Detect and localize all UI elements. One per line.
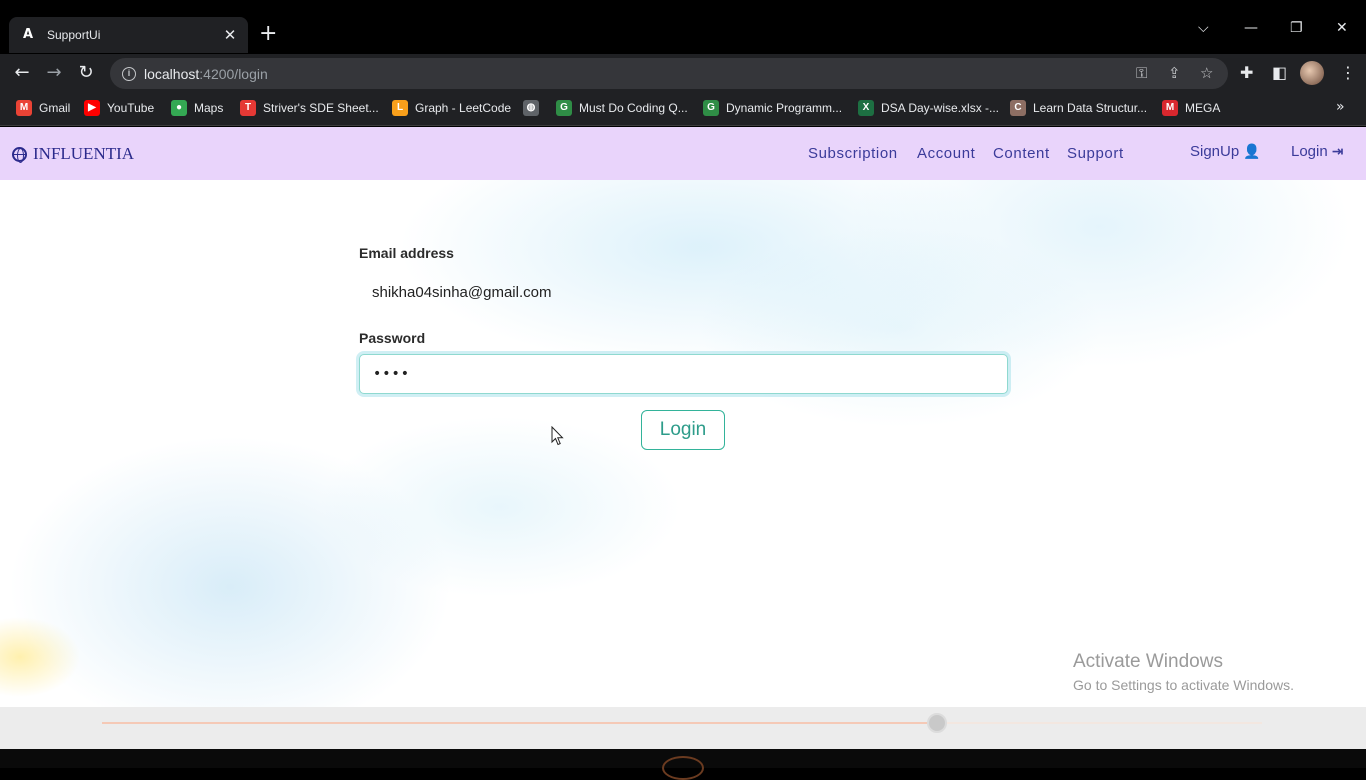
bookmark-label: Graph - LeetCode [415, 101, 512, 115]
bookmark-label: Dynamic Programm... [726, 101, 843, 115]
forward-icon[interactable]: → [43, 63, 65, 83]
tuf-icon: T [240, 100, 256, 116]
nav-link-subscription[interactable]: Subscription [808, 145, 898, 162]
key-icon[interactable]: ⚿ [1136, 64, 1147, 82]
angular-favicon-icon: A [23, 27, 34, 42]
watermark-title: Activate Windows [1073, 651, 1223, 672]
nav-link-account[interactable]: Account [917, 145, 975, 162]
more-bookmarks-icon[interactable]: » [1336, 99, 1345, 115]
bookmark-label: Gmail [39, 101, 71, 115]
bookmark-label: Learn Data Structur... [1033, 101, 1148, 115]
site-navbar: INFLUENTIA Subscription Account Content … [0, 127, 1366, 180]
close-window-icon[interactable]: ✕ [1336, 20, 1348, 36]
nav-link-content[interactable]: Content [993, 145, 1050, 162]
new-tab-icon[interactable]: + [259, 22, 277, 46]
bookmark-item[interactable]: C Learn Data Structur... [1010, 100, 1147, 116]
login-link[interactable]: Login ⇥ [1291, 143, 1343, 160]
seek-thumb[interactable] [927, 713, 948, 733]
bookmark-item[interactable]: T Striver's SDE Sheet... [240, 100, 379, 116]
address-bar[interactable]: i localhost:4200/login [110, 58, 1228, 89]
login-form: Email address shikha04sinha@gmail.com Pa… [359, 245, 1008, 450]
codechef-icon: C [1010, 100, 1026, 116]
excel-icon: X [858, 100, 874, 116]
login-button[interactable]: Login [641, 410, 725, 450]
site-info-icon[interactable]: i [122, 66, 136, 81]
taskbar-app-icon[interactable] [662, 756, 704, 780]
tab-title: SupportUi [47, 28, 101, 42]
bookmark-item[interactable]: M Gmail [16, 100, 70, 116]
bookmark-label: MEGA [1185, 101, 1221, 115]
bookmark-item[interactable]: L Graph - LeetCode [392, 100, 511, 116]
share-icon[interactable]: ⇪ [1168, 64, 1181, 82]
tab-search-icon[interactable]: ⌵ [1198, 20, 1209, 36]
reload-icon[interactable]: ↻ [75, 63, 97, 83]
bookmark-label: Maps [194, 101, 224, 115]
email-label: Email address [359, 245, 454, 261]
page-viewport: INFLUENTIA Subscription Account Content … [0, 127, 1366, 707]
sign-in-icon: ⇥ [1331, 143, 1344, 160]
brand-name: INFLUENTIA [33, 144, 135, 163]
mega-icon: M [1162, 100, 1178, 116]
signup-link[interactable]: SignUp 👤 [1190, 143, 1261, 160]
activate-windows-watermark: Activate Windows Go to Settings to activ… [1073, 651, 1294, 693]
seek-track[interactable] [102, 722, 1262, 724]
bookmark-item[interactable]: M MEGA [1162, 100, 1220, 116]
back-icon[interactable]: ← [11, 63, 33, 83]
gfg-icon: G [703, 100, 719, 116]
url-path: :4200/login [199, 65, 268, 82]
restore-icon[interactable]: ❐ [1290, 20, 1303, 36]
tab-supportui[interactable]: A SupportUi ✕ [9, 17, 248, 53]
brand-logo[interactable]: INFLUENTIA [12, 144, 134, 164]
password-field[interactable]: •••• [359, 354, 1008, 394]
menu-kebab-icon[interactable]: ⋮ [1340, 63, 1356, 82]
password-label: Password [359, 330, 426, 346]
bookmark-item[interactable]: G Must Do Coding Q... [556, 100, 688, 116]
bookmark-item[interactable]: ◍ [523, 100, 546, 116]
nav-link-support[interactable]: Support [1067, 145, 1124, 162]
login-label: Login [1291, 143, 1328, 160]
media-control-bar [0, 707, 1366, 749]
bookmark-item[interactable]: G Dynamic Programm... [703, 100, 842, 116]
youtube-icon: ▶ [84, 100, 100, 116]
signup-label: SignUp [1190, 143, 1240, 160]
url-host: localhost [144, 65, 200, 82]
watermark-subtitle: Go to Settings to activate Windows. [1073, 677, 1294, 693]
bookmark-label: DSA Day-wise.xlsx -... [881, 101, 1000, 115]
seek-progress [102, 722, 938, 724]
extensions-icon[interactable]: ✚ [1240, 63, 1253, 82]
minimize-icon[interactable]: — [1244, 20, 1258, 36]
leetcode-icon: L [392, 100, 408, 116]
bookmark-item[interactable]: ▶ YouTube [84, 100, 154, 116]
tab-strip: A SupportUi ✕ + ⌵ — ❐ ✕ [0, 0, 1366, 54]
gfg-icon: G [556, 100, 572, 116]
taskbar [0, 749, 1366, 780]
close-tab-icon[interactable]: ✕ [222, 26, 238, 44]
globe-icon: ◍ [523, 100, 539, 116]
bookmark-label: Must Do Coding Q... [579, 101, 688, 115]
gmail-icon: M [16, 100, 32, 116]
globe-icon [12, 146, 27, 163]
bookmark-item[interactable]: ● Maps [171, 100, 223, 116]
bookmark-label: YouTube [107, 101, 155, 115]
maps-icon: ● [171, 100, 187, 116]
bookmark-label: Striver's SDE Sheet... [263, 101, 379, 115]
bookmark-star-icon[interactable]: ☆ [1200, 64, 1213, 82]
profile-avatar[interactable] [1300, 61, 1324, 85]
email-field[interactable]: shikha04sinha@gmail.com [372, 284, 551, 301]
side-panel-icon[interactable]: ◧ [1272, 63, 1287, 82]
user-plus-icon: 👤 [1243, 143, 1261, 160]
bookmark-item[interactable]: X DSA Day-wise.xlsx -... [858, 100, 999, 116]
